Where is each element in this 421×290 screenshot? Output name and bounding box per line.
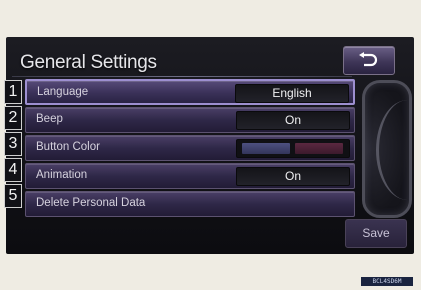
back-button[interactable] bbox=[343, 46, 395, 75]
figure-code: BCL4SD6M bbox=[361, 277, 413, 286]
button-color-preview bbox=[236, 139, 350, 158]
return-arrow-icon bbox=[359, 52, 378, 67]
callout-number: 5 bbox=[4, 184, 22, 208]
setting-label: Button Color bbox=[36, 141, 100, 153]
setting-label: Delete Personal Data bbox=[36, 197, 146, 209]
save-button[interactable]: Save bbox=[345, 219, 407, 248]
page-title: General Settings bbox=[20, 52, 157, 73]
color-swatch-burgundy bbox=[295, 143, 343, 154]
setting-label: Language bbox=[37, 86, 89, 98]
setting-value: On bbox=[236, 111, 350, 130]
setting-value: On bbox=[236, 167, 350, 186]
title-divider bbox=[12, 76, 352, 77]
callout-number: 2 bbox=[4, 106, 22, 130]
setting-row-beep[interactable]: Beep On bbox=[25, 107, 355, 133]
settings-list: Language English Beep On Button Color An… bbox=[25, 79, 355, 219]
setting-row-button-color[interactable]: Button Color bbox=[25, 135, 355, 161]
setting-value: English bbox=[235, 84, 349, 103]
callout-number: 3 bbox=[4, 132, 22, 156]
callout-number: 4 bbox=[4, 158, 22, 182]
color-swatch-blue bbox=[242, 143, 290, 154]
setting-row-delete-personal-data[interactable]: Delete Personal Data bbox=[25, 191, 355, 217]
setting-row-animation[interactable]: Animation On bbox=[25, 163, 355, 189]
setting-label: Animation bbox=[36, 169, 88, 181]
setting-label: Beep bbox=[36, 113, 63, 125]
callout-number: 1 bbox=[4, 80, 22, 104]
setting-row-language[interactable]: Language English bbox=[25, 79, 355, 105]
